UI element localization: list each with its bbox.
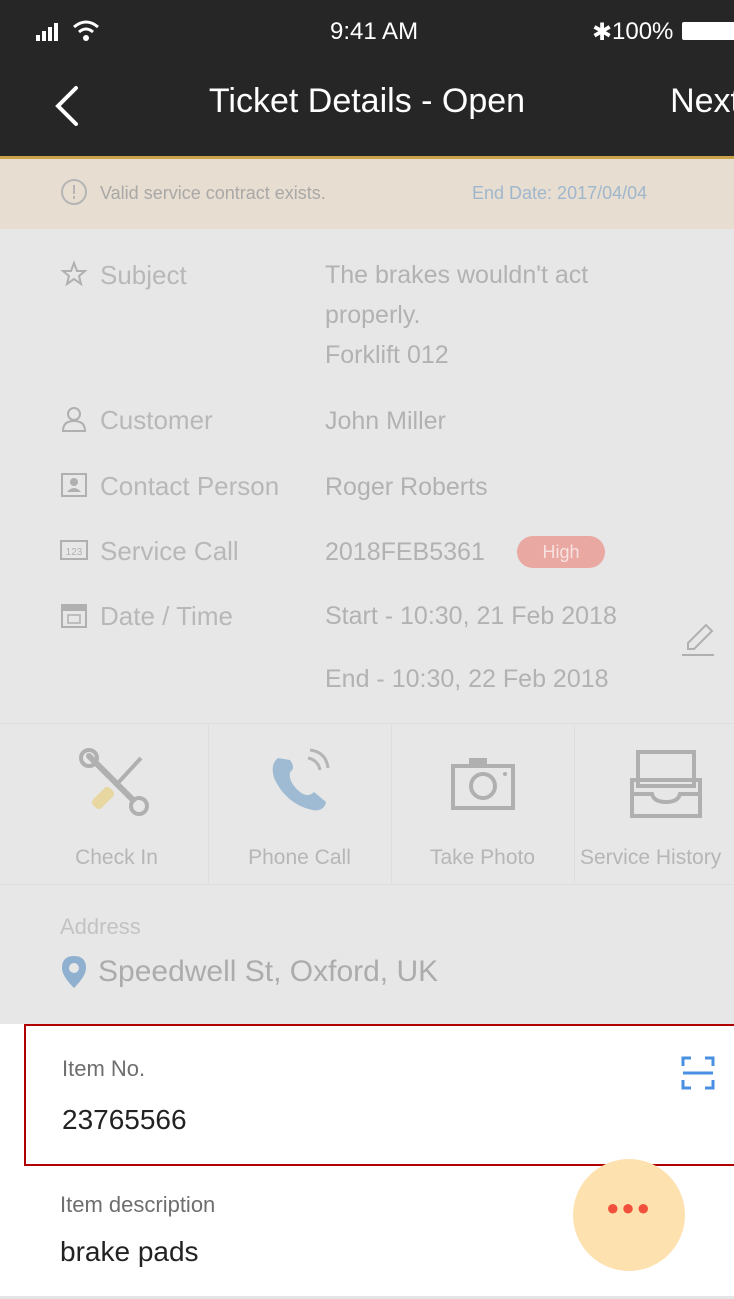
contact-card-icon <box>61 473 87 497</box>
take-photo-button[interactable]: Take Photo <box>391 724 575 884</box>
address-label: Address <box>60 914 141 939</box>
item-description-label: Item description <box>60 1192 216 1217</box>
inbox-icon <box>629 750 702 818</box>
subject-label: Subject <box>100 260 187 290</box>
camera-icon <box>450 758 515 810</box>
edit-pencil-icon[interactable] <box>680 621 716 657</box>
next-button[interactable]: Next <box>670 82 734 121</box>
contact-person-label: Contact Person <box>100 471 280 501</box>
priority-badge: High <box>517 536 605 568</box>
item-description-value: brake pads <box>60 1236 199 1267</box>
take-photo-label: Take Photo <box>429 846 536 869</box>
subject-line-2: properly. <box>325 301 421 329</box>
phone-call-button[interactable]: Phone Call <box>208 724 392 884</box>
more-dots-icon: ●●● <box>606 1195 652 1220</box>
check-in-button[interactable]: Check In <box>25 724 209 884</box>
contract-notice-text: Valid service contract exists. <box>100 183 326 203</box>
customer-value: John Miller <box>325 407 446 435</box>
contract-notice: Valid service contract exists. End Date:… <box>0 159 734 229</box>
signal-icon <box>36 23 58 41</box>
customer-label: Customer <box>100 405 213 435</box>
subject-line-3: Forklift 012 <box>325 341 449 369</box>
phone-call-label: Phone Call <box>248 846 351 869</box>
date-time-label: Date / Time <box>100 601 233 631</box>
ticket-icon: 123 <box>60 540 88 560</box>
start-time: Start - 10:30, 21 Feb 2018 <box>325 602 617 630</box>
location-pin-icon <box>62 956 86 988</box>
subject-line-1: The brakes wouldn't act <box>325 261 589 289</box>
battery-percent: 100% <box>612 18 674 45</box>
end-time: End - 10:30, 22 Feb 2018 <box>325 665 609 693</box>
item-number-value: 23765566 <box>62 1104 187 1135</box>
contract-end-date: End Date: 2017/04/04 <box>472 183 648 203</box>
user-icon <box>61 407 87 432</box>
wifi-icon <box>73 20 99 41</box>
status-time: 9:41 AM <box>330 18 419 45</box>
contact-person-value: Roger Roberts <box>325 473 488 501</box>
bluetooth-icon: ✱ <box>592 19 613 46</box>
item-number-field[interactable]: Item No. 23765566 <box>24 1024 734 1166</box>
check-in-label: Check In <box>75 846 158 869</box>
scan-barcode-icon[interactable] <box>681 1056 715 1090</box>
item-number-label: Item No. <box>62 1056 146 1081</box>
status-bar: 9:41 AM ✱ 100% <box>0 0 734 60</box>
calendar-icon <box>61 604 87 628</box>
star-icon <box>60 260 88 287</box>
service-history-label: Service History <box>580 846 722 869</box>
service-call-label: Service Call <box>100 536 239 566</box>
phone-icon <box>272 748 329 811</box>
service-history-button[interactable]: Service History <box>574 724 734 884</box>
svg-text:123: 123 <box>66 547 83 558</box>
page-title: Ticket Details - Open <box>208 82 526 120</box>
action-row: Check In Phone Call Take Photo Service H… <box>0 723 734 885</box>
battery-icon <box>682 22 734 40</box>
tools-icon <box>78 748 149 816</box>
info-icon <box>61 179 87 205</box>
ticket-details-panel: Valid service contract exists. End Date:… <box>0 159 734 1024</box>
top-bar: 9:41 AM ✱ 100% Ticket Details - Open Nex… <box>0 0 734 159</box>
service-call-value: 2018FEB5361 <box>325 538 485 566</box>
nav-bar: Ticket Details - Open Next <box>0 60 734 158</box>
address-value[interactable]: Speedwell St, Oxford, UK <box>98 955 438 989</box>
more-options-button[interactable]: ●●● <box>573 1159 685 1271</box>
